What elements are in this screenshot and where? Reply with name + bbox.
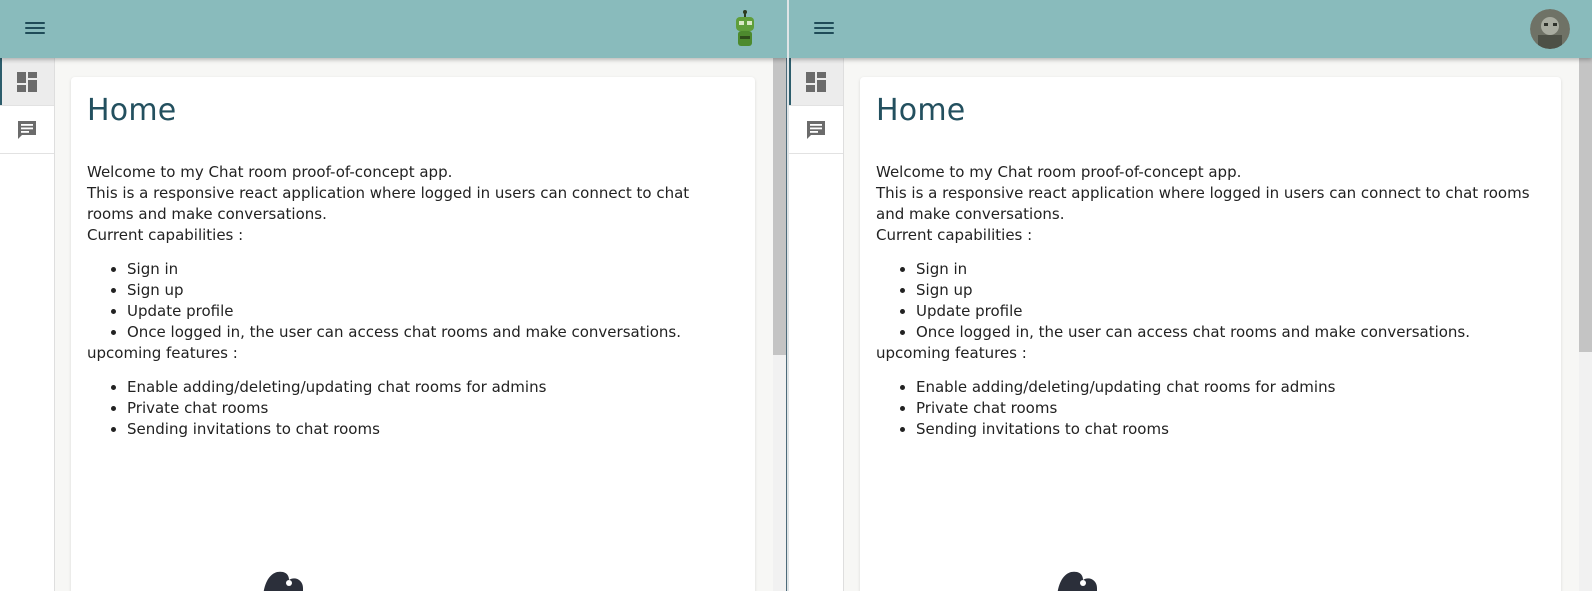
dashboard-icon xyxy=(17,71,37,92)
logo-icon xyxy=(263,571,303,591)
hamburger-menu-icon[interactable] xyxy=(23,19,47,39)
page-title: Home xyxy=(876,93,966,128)
hamburger-menu-icon[interactable] xyxy=(812,19,836,39)
capabilities-list: Sign in Sign up Update profile Once logg… xyxy=(916,259,1545,343)
intro-line: This is a responsive react application w… xyxy=(876,184,1530,223)
main-content: Home Welcome to my Chat room proof-of-co… xyxy=(844,58,1579,591)
chat-icon xyxy=(807,120,825,139)
list-item: Sending invitations to chat rooms xyxy=(916,419,1545,440)
home-body: Welcome to my Chat room proof-of-concept… xyxy=(876,162,1545,440)
list-item: Sign in xyxy=(127,259,739,280)
scrollbar[interactable] xyxy=(773,58,786,591)
left-pane: Home Welcome to my Chat room proof-of-co… xyxy=(0,0,787,591)
right-pane: Home Welcome to my Chat room proof-of-co… xyxy=(789,0,1592,591)
upcoming-label: upcoming features : xyxy=(87,344,238,362)
app-bar xyxy=(0,0,787,58)
scrollbar[interactable] xyxy=(1579,58,1592,591)
scrollbar-thumb[interactable] xyxy=(1579,58,1592,352)
home-card: Home Welcome to my Chat room proof-of-co… xyxy=(860,77,1561,591)
intro-line: Current capabilities : xyxy=(87,226,244,244)
main-content: Home Welcome to my Chat room proof-of-co… xyxy=(55,58,773,591)
page-title: Home xyxy=(87,93,177,128)
intro-line: This is a responsive react application w… xyxy=(87,184,690,223)
list-item: Private chat rooms xyxy=(127,398,739,419)
list-item: Sending invitations to chat rooms xyxy=(127,419,739,440)
intro-line: Current capabilities : xyxy=(876,226,1033,244)
logo-icon xyxy=(1057,571,1097,591)
list-item: Private chat rooms xyxy=(916,398,1545,419)
list-item: Once logged in, the user can access chat… xyxy=(127,322,739,343)
sidebar-item-chat[interactable] xyxy=(0,106,54,154)
chat-icon xyxy=(18,120,36,139)
upcoming-label: upcoming features : xyxy=(876,344,1027,362)
list-item: Enable adding/deleting/updating chat roo… xyxy=(127,377,739,398)
list-item: Sign in xyxy=(916,259,1545,280)
green-robot-avatar-icon[interactable] xyxy=(725,9,765,49)
app-bar xyxy=(789,0,1592,58)
sidebar-item-dashboard[interactable] xyxy=(0,58,54,106)
home-body: Welcome to my Chat room proof-of-concept… xyxy=(87,162,739,440)
list-item: Update profile xyxy=(127,301,739,322)
sidebar-item-dashboard[interactable] xyxy=(789,58,843,106)
sidebar xyxy=(789,58,844,591)
capabilities-list: Sign in Sign up Update profile Once logg… xyxy=(127,259,739,343)
list-item: Enable adding/deleting/updating chat roo… xyxy=(916,377,1545,398)
scrollbar-thumb[interactable] xyxy=(773,58,786,355)
sidebar-item-chat[interactable] xyxy=(789,106,843,154)
dashboard-icon xyxy=(806,71,826,92)
list-item: Sign up xyxy=(127,280,739,301)
upcoming-list: Enable adding/deleting/updating chat roo… xyxy=(127,377,739,440)
list-item: Update profile xyxy=(916,301,1545,322)
home-card: Home Welcome to my Chat room proof-of-co… xyxy=(71,77,755,591)
list-item: Once logged in, the user can access chat… xyxy=(916,322,1545,343)
intro-line: Welcome to my Chat room proof-of-concept… xyxy=(87,163,453,181)
sidebar xyxy=(0,58,55,591)
upcoming-list: Enable adding/deleting/updating chat roo… xyxy=(916,377,1545,440)
intro-line: Welcome to my Chat room proof-of-concept… xyxy=(876,163,1242,181)
list-item: Sign up xyxy=(916,280,1545,301)
user-photo-avatar-icon[interactable] xyxy=(1530,9,1570,49)
